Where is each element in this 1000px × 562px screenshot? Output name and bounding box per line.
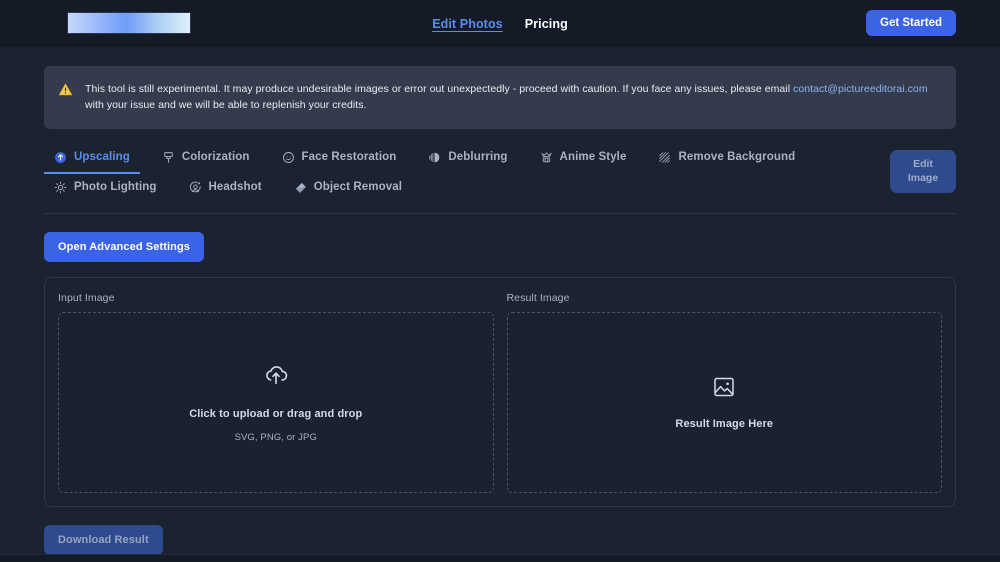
input-image-column: Input Image Click to upload or drag and … bbox=[58, 292, 494, 493]
tab-deblurring[interactable]: Deblurring bbox=[418, 143, 517, 173]
blur-contrast-icon bbox=[428, 151, 441, 164]
tab-object-removal[interactable]: Object Removal bbox=[284, 173, 412, 203]
tab-label: Face Restoration bbox=[301, 151, 397, 164]
primary-nav: Edit Photos Pricing bbox=[0, 17, 1000, 31]
tab-remove-background[interactable]: Remove Background bbox=[648, 143, 805, 173]
portrait-avatar-icon bbox=[189, 181, 202, 194]
dropzone-formats-text: SVG, PNG, or JPG bbox=[234, 432, 317, 444]
nav-link-edit-photos[interactable]: Edit Photos bbox=[432, 17, 503, 31]
cloud-upload-icon bbox=[263, 361, 289, 392]
tab-label: Deblurring bbox=[448, 151, 508, 164]
warning-text-after: with your issue and we will be able to r… bbox=[85, 99, 367, 112]
paint-brush-icon bbox=[162, 151, 175, 164]
support-email-link[interactable]: contact@pictureeditorai.com bbox=[793, 83, 928, 95]
image-upload-dropzone[interactable]: Click to upload or drag and drop SVG, PN… bbox=[58, 311, 494, 493]
tab-upscaling[interactable]: Upscaling bbox=[44, 143, 140, 174]
site-header: Edit Photos Pricing Get Started bbox=[0, 0, 1000, 47]
image-placeholder-icon bbox=[712, 375, 736, 404]
eraser-icon bbox=[294, 181, 307, 194]
image-workspace-panel: Input Image Click to upload or drag and … bbox=[44, 276, 956, 507]
download-result-button[interactable]: Download Result bbox=[44, 524, 163, 555]
result-placeholder-text: Result Image Here bbox=[675, 417, 774, 430]
get-started-button[interactable]: Get Started bbox=[866, 10, 956, 36]
tool-tabs-section: Upscaling Colorization Face Restoration … bbox=[44, 143, 956, 214]
input-image-label: Input Image bbox=[58, 291, 115, 304]
result-image-column: Result Image Result Image Here bbox=[506, 291, 942, 493]
edit-image-line-2: Image bbox=[907, 172, 939, 185]
tab-label: Object Removal bbox=[313, 181, 403, 194]
site-footer bbox=[0, 554, 1000, 562]
tab-colorization[interactable]: Colorization bbox=[152, 143, 260, 173]
result-image-label: Result Image bbox=[506, 291, 570, 304]
upscale-arrow-icon bbox=[54, 151, 67, 164]
warning-banner-text: This tool is still experimental. It may … bbox=[85, 81, 940, 114]
page-content: This tool is still experimental. It may … bbox=[0, 66, 1000, 555]
tab-face-restoration[interactable]: Face Restoration bbox=[272, 143, 407, 173]
tab-photo-lighting[interactable]: Photo Lighting bbox=[44, 173, 167, 203]
tool-tabs: Upscaling Colorization Face Restoration … bbox=[44, 143, 816, 203]
open-advanced-settings-button[interactable]: Open Advanced Settings bbox=[44, 231, 204, 262]
tab-label: Headshot bbox=[208, 181, 262, 194]
edit-image-line-1: Edit bbox=[913, 157, 933, 170]
result-image-placeholder: Result Image Here bbox=[506, 311, 942, 493]
sun-brightness-icon bbox=[54, 181, 67, 194]
anime-sparkle-icon bbox=[540, 151, 553, 164]
tab-headshot[interactable]: Headshot bbox=[179, 173, 272, 203]
experimental-warning-banner: This tool is still experimental. It may … bbox=[44, 66, 956, 129]
diagonal-hatch-icon bbox=[658, 151, 671, 164]
tab-label: Remove Background bbox=[678, 151, 796, 164]
tab-label: Upscaling bbox=[74, 151, 130, 164]
dropzone-primary-text: Click to upload or drag and drop bbox=[189, 408, 363, 421]
warning-triangle-icon bbox=[58, 82, 73, 102]
tab-anime-style[interactable]: Anime Style bbox=[530, 143, 637, 173]
smiley-face-icon bbox=[282, 151, 295, 164]
warning-text-before: This tool is still experimental. It may … bbox=[85, 83, 794, 95]
tab-label: Colorization bbox=[181, 151, 250, 164]
tab-label: Anime Style bbox=[559, 151, 627, 164]
tab-label: Photo Lighting bbox=[74, 181, 157, 194]
nav-link-pricing[interactable]: Pricing bbox=[525, 17, 568, 31]
edit-image-button[interactable]: Edit Image bbox=[890, 149, 956, 193]
